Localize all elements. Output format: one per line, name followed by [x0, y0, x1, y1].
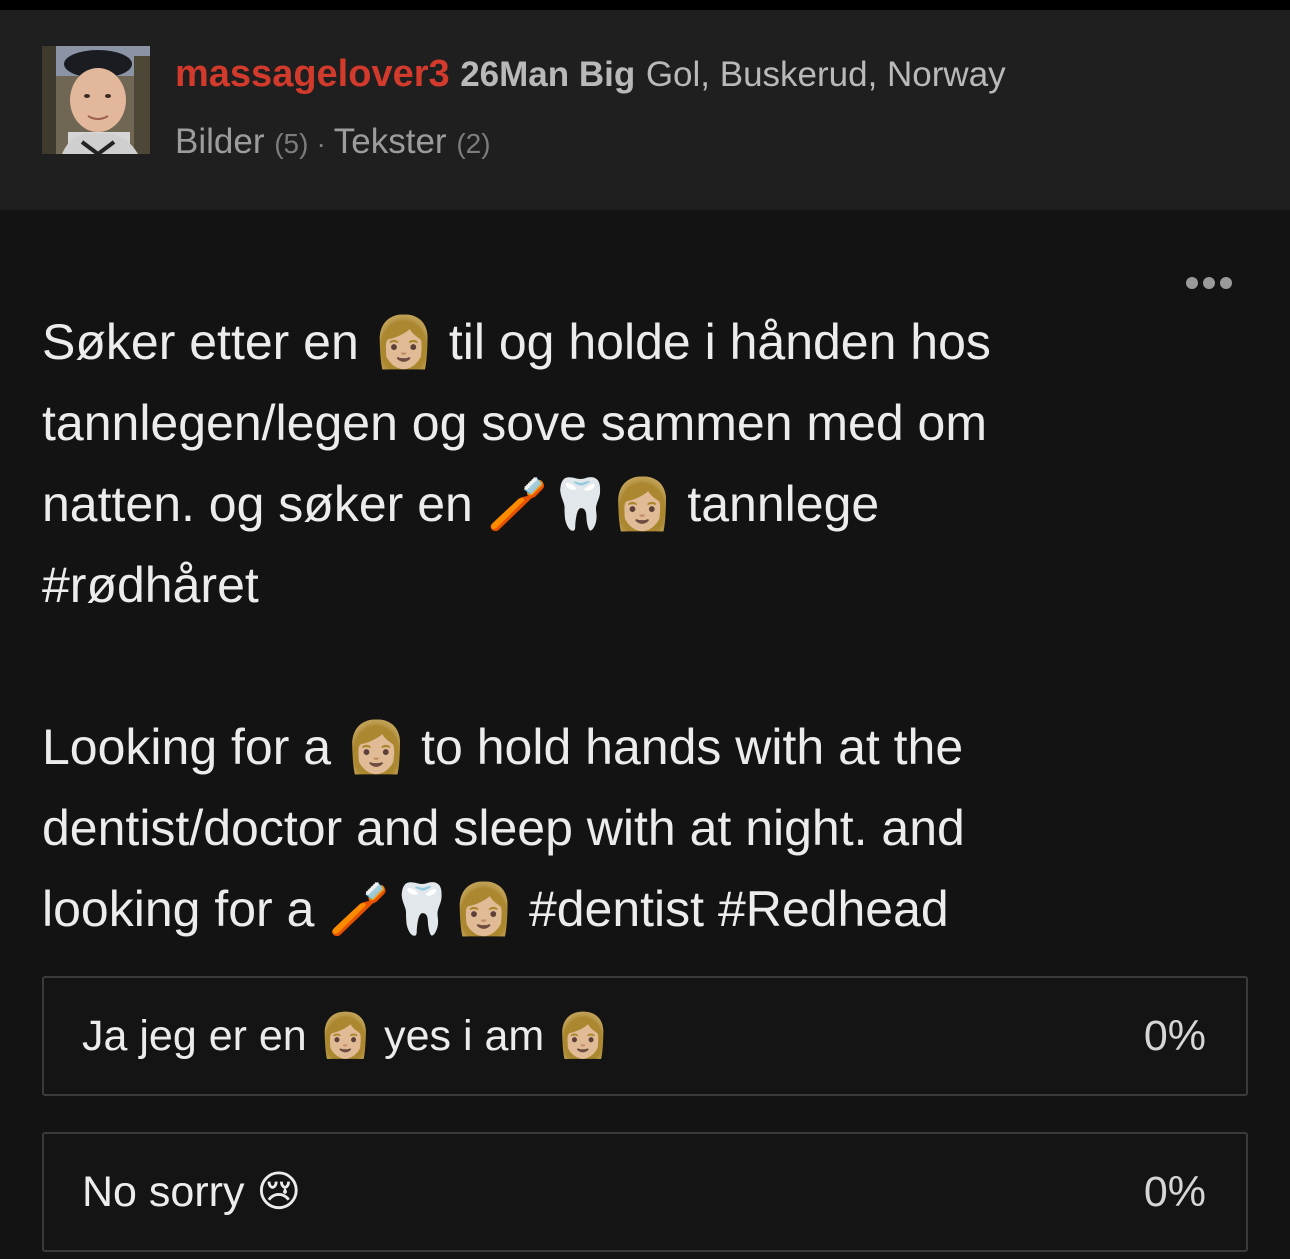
tab-bilder-label: Bilder	[175, 122, 265, 161]
tab-bilder[interactable]: Bilder (5)	[175, 122, 308, 161]
avatar-photo	[42, 46, 150, 154]
top-bar	[0, 0, 1290, 10]
avatar[interactable]	[42, 46, 150, 154]
poll-option-no[interactable]: No sorry 😢 0%	[42, 1132, 1248, 1252]
poll-option-label: Ja jeg er en 👩🏼 yes i am 👩🏼	[82, 1012, 610, 1060]
location: Gol, Buskerud, Norway	[645, 55, 1006, 94]
poll-option-percent: 0%	[1143, 1168, 1206, 1216]
poll-option-percent: 0%	[1143, 1012, 1206, 1060]
post-body: Søker etter en 👩🏼 til og holde i hånden …	[42, 314, 991, 937]
tab-bilder-count: (5)	[274, 128, 309, 159]
tab-tekster-count: (2)	[456, 128, 491, 159]
poll-option-yes[interactable]: Ja jeg er en 👩🏼 yes i am 👩🏼 0%	[42, 976, 1248, 1096]
tab-separator: ·	[316, 128, 326, 159]
profile-title-line: massagelover3 26Man Big Gol, Buskerud, N…	[175, 52, 1006, 97]
username-link[interactable]: massagelover3	[175, 53, 450, 95]
poll-option-label: No sorry 😢	[82, 1168, 302, 1216]
tab-tekster[interactable]: Tekster (2)	[334, 122, 491, 161]
age-gender: 26Man Big	[460, 55, 636, 94]
profile-header	[0, 10, 1290, 210]
profile-tabs: Bilder (5) · Tekster (2)	[175, 120, 491, 166]
ellipsis-icon[interactable]	[1186, 276, 1244, 290]
tab-tekster-label: Tekster	[333, 122, 447, 161]
